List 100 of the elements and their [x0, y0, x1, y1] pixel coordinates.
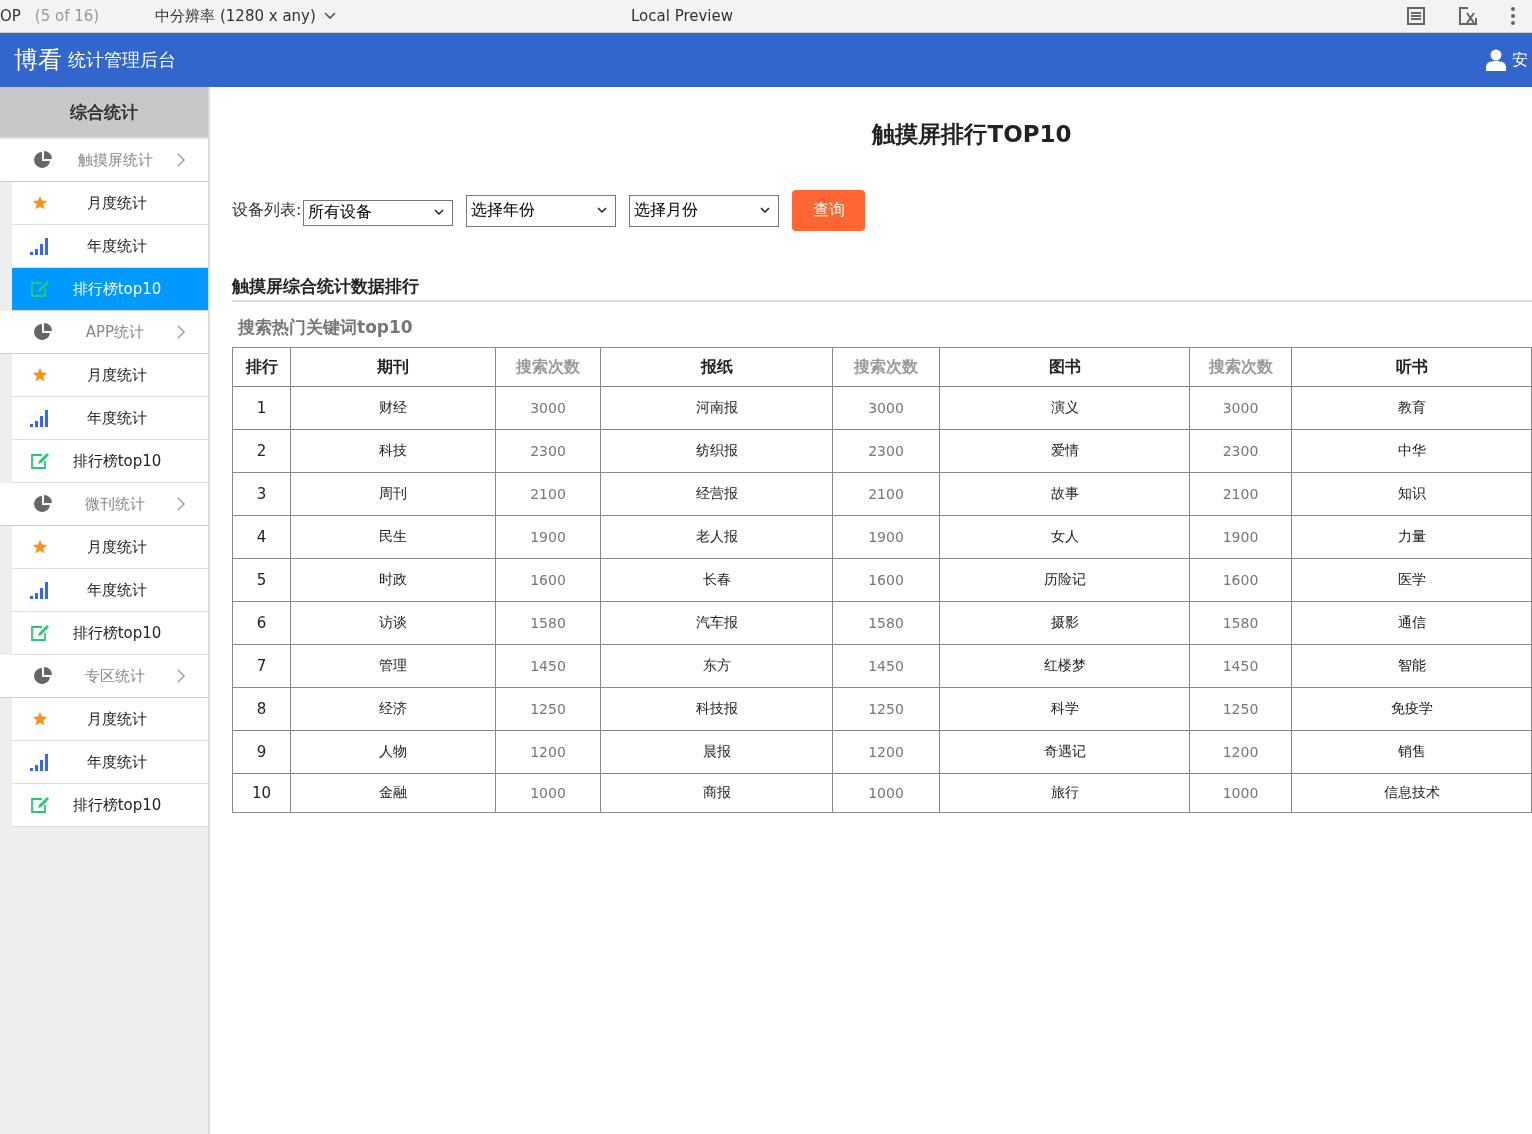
- sidebar-item[interactable]: 排行榜top10: [12, 440, 208, 483]
- table-cell: 纺织报: [600, 429, 833, 473]
- table-cell: 3000: [1189, 386, 1292, 430]
- user-name[interactable]: 安: [1512, 49, 1528, 71]
- table-cell: 3000: [495, 386, 601, 430]
- table-cell: 1000: [832, 773, 940, 813]
- table-cell: 1200: [1189, 730, 1292, 774]
- sidebar-item[interactable]: 年度统计: [12, 397, 208, 440]
- table-cell: 7: [232, 644, 291, 688]
- table-cell: 管理: [290, 644, 496, 688]
- chevron-down-icon: [597, 207, 608, 214]
- formula-icon[interactable]: [1458, 6, 1478, 26]
- table-cell: 2100: [1189, 472, 1292, 516]
- table-cell: 晨报: [600, 730, 833, 774]
- select-field[interactable]: 选择月份: [629, 194, 780, 227]
- table-cell: 1450: [832, 644, 940, 688]
- table-cell: 访谈: [290, 601, 496, 645]
- table-cell: 1900: [832, 515, 940, 559]
- table-cell: 经营报: [600, 472, 833, 516]
- table-cell: 时政: [290, 558, 496, 602]
- table-cell: 人物: [290, 730, 496, 774]
- page-title: 触摸屏排行TOP10: [870, 120, 1073, 149]
- chevron-right-icon: [177, 153, 185, 167]
- sidebar-group[interactable]: 微刊统计: [0, 483, 208, 526]
- table-cell: 财经: [290, 386, 496, 430]
- table-cell: 智能: [1291, 644, 1532, 688]
- table-cell: 3: [232, 472, 291, 516]
- table-cell: 科技: [290, 429, 496, 473]
- sidebar-item[interactable]: 月度统计: [12, 354, 208, 397]
- column-header: 排行: [232, 347, 291, 387]
- star-icon: [31, 539, 48, 555]
- star-icon: [31, 367, 48, 383]
- sidebar-title: 综合统计: [0, 87, 208, 139]
- table-cell: 汽车报: [600, 601, 833, 645]
- user-icon[interactable]: [1486, 49, 1506, 71]
- column-header: 图书: [939, 347, 1190, 387]
- table-cell: 1000: [1189, 773, 1292, 813]
- table-cell: 1: [232, 386, 291, 430]
- sidebar-item[interactable]: 年度统计: [12, 741, 208, 784]
- edit-icon: [29, 796, 50, 814]
- table-cell: 2300: [495, 429, 601, 473]
- edit-icon: [29, 280, 50, 298]
- table-cell: 知识: [1291, 472, 1532, 516]
- pie-chart-icon: [33, 494, 53, 514]
- sidebar-item[interactable]: 月度统计: [12, 182, 208, 225]
- column-header: 听书: [1291, 347, 1532, 387]
- star-icon: [31, 195, 48, 211]
- chevron-right-icon: [177, 325, 185, 339]
- sidebar-item[interactable]: 排行榜top10: [12, 784, 208, 827]
- document-icon[interactable]: [1406, 6, 1426, 26]
- table-cell: 力量: [1291, 515, 1532, 559]
- table-cell: 免疫学: [1291, 687, 1532, 731]
- table-cell: 旅行: [939, 773, 1190, 813]
- table-cell: 科技报: [600, 687, 833, 731]
- sidebar-group[interactable]: 专区统计: [0, 655, 208, 698]
- sidebar-item[interactable]: 年度统计: [12, 225, 208, 268]
- column-header: 搜索次数: [1189, 347, 1292, 387]
- table-cell: 中华: [1291, 429, 1532, 473]
- pie-chart-icon: [33, 150, 53, 170]
- table-cell: 演义: [939, 386, 1190, 430]
- chevron-right-icon: [177, 669, 185, 683]
- signal-bars-icon: [29, 753, 50, 771]
- chevron-down-icon: [760, 207, 771, 214]
- sidebar-item[interactable]: 月度统计: [12, 526, 208, 569]
- table-cell: 信息技术: [1291, 773, 1532, 813]
- page-count: (5 of 16): [34, 7, 100, 25]
- table-cell: 6: [232, 601, 291, 645]
- app-subtitle: 统计管理后台: [68, 48, 176, 72]
- pie-chart-icon: [33, 666, 53, 686]
- preview-title: Local Preview: [631, 7, 734, 25]
- table-cell: 8: [232, 687, 291, 731]
- table-cell: 1250: [1189, 687, 1292, 731]
- select-field[interactable]: 所有设备: [303, 199, 454, 226]
- table-cell: 1600: [1189, 558, 1292, 602]
- sidebar-group[interactable]: APP统计: [0, 311, 208, 354]
- table-cell: 2100: [495, 472, 601, 516]
- logo-text: 博看: [14, 45, 62, 76]
- table-cell: 1580: [495, 601, 601, 645]
- sidebar-item[interactable]: 排行榜top10: [12, 612, 208, 655]
- sidebar-item[interactable]: 月度统计: [12, 698, 208, 741]
- table-cell: 河南报: [600, 386, 833, 430]
- sidebar-item[interactable]: 年度统计: [12, 569, 208, 612]
- more-icon[interactable]: [1510, 6, 1516, 26]
- resolution-dropdown[interactable]: 中分辨率 (1280 x any): [155, 6, 336, 26]
- column-header: 搜索次数: [832, 347, 940, 387]
- table-cell: 周刊: [290, 472, 496, 516]
- table-cell: 女人: [939, 515, 1190, 559]
- table-cell: 1250: [832, 687, 940, 731]
- table-cell: 爱情: [939, 429, 1190, 473]
- column-header: 报纸: [600, 347, 833, 387]
- table-cell: 通信: [1291, 601, 1532, 645]
- table-cell: 历险记: [939, 558, 1190, 602]
- table-cell: 东方: [600, 644, 833, 688]
- chevron-down-icon: [434, 209, 445, 216]
- table-cell: 1000: [495, 773, 601, 813]
- edit-icon: [29, 452, 50, 470]
- signal-bars-icon: [29, 581, 50, 599]
- select-field[interactable]: 选择年份: [466, 194, 617, 227]
- sidebar-group[interactable]: 触摸屏统计: [0, 139, 208, 182]
- table-cell: 商报: [600, 773, 833, 813]
